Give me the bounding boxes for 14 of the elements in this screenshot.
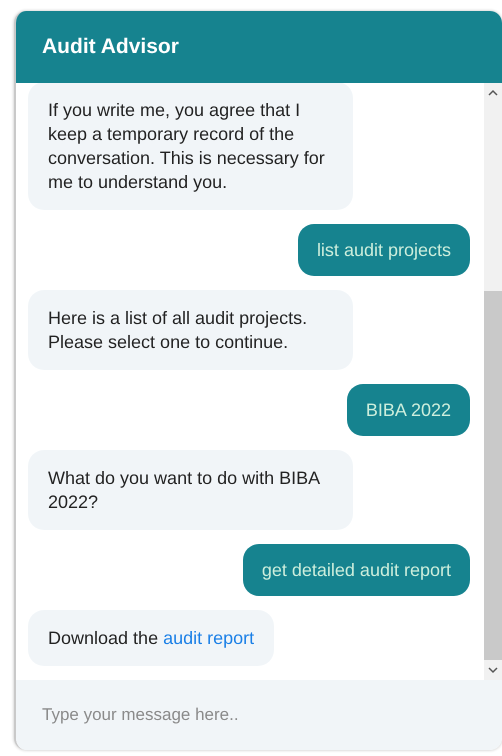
message-field[interactable]: Type your message here.. — [16, 680, 502, 750]
scrollbar[interactable] — [484, 83, 502, 680]
report-link[interactable]: audit report — [163, 628, 254, 648]
scroll-thumb[interactable] — [484, 291, 502, 660]
bot-message: Here is a list of all audit projects. Please select one to continue. — [28, 290, 353, 370]
user-message: BIBA 2022 — [346, 384, 470, 436]
scroll-up-icon[interactable] — [488, 89, 498, 97]
chat-title: Audit Advisor — [42, 35, 179, 59]
bot-message: If you write me, you agree that I keep a temporary record of the conversation. This is necessary for me to understand you. — [28, 83, 353, 210]
bot-message: What do you want to do with BIBA 2022? — [28, 450, 353, 530]
user-message: list audit projects — [298, 224, 470, 276]
bot-message: Download the audit report — [28, 610, 274, 666]
user-message: get detailed audit report — [242, 544, 470, 596]
scroll-down-icon[interactable] — [488, 666, 498, 674]
